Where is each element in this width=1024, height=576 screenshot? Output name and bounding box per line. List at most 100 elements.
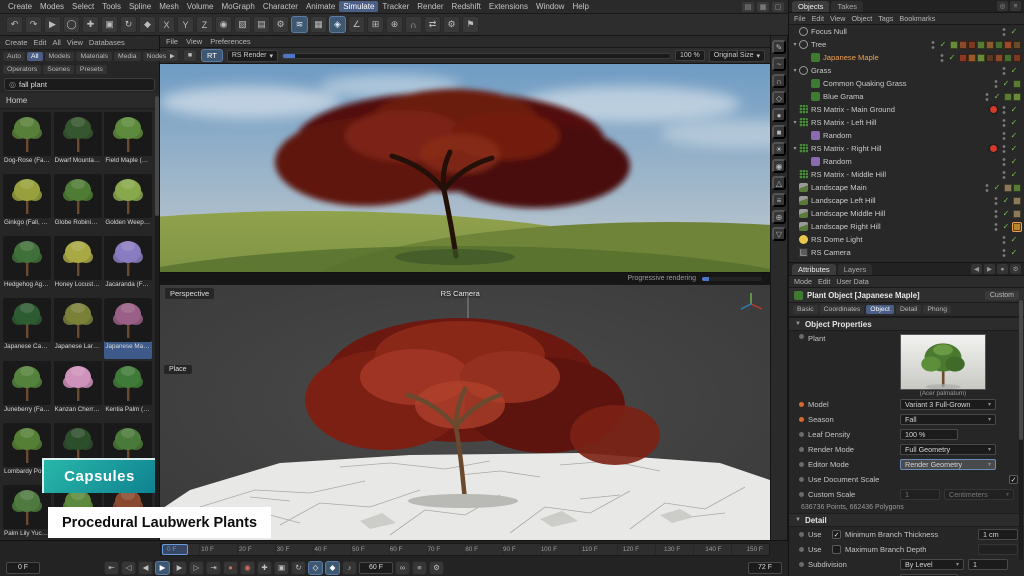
enable-checkmark[interactable]: ✓ (1001, 79, 1011, 88)
snap-icon[interactable]: ◈ (329, 16, 346, 33)
render-view-menu-item[interactable]: Preferences (210, 37, 250, 46)
menu-item[interactable]: Animate (302, 1, 339, 12)
visibility-toggles[interactable] (1001, 144, 1007, 154)
section-detail[interactable]: ▼ Detail (789, 513, 1024, 527)
plant-preview-image[interactable] (900, 334, 986, 390)
workplane-icon[interactable]: ⊞ (367, 16, 384, 33)
expand-arrow[interactable]: ▾ (791, 119, 799, 126)
asset-tab[interactable]: Scenes (43, 65, 74, 74)
texture-tag[interactable] (995, 54, 1003, 62)
object-row[interactable]: Random ✓ (789, 129, 1024, 142)
object-row[interactable]: RS Camera ✓ (789, 246, 1024, 259)
timeline-scrubber[interactable] (162, 544, 188, 555)
asset-menu-item[interactable]: View (67, 38, 83, 47)
asset-tab[interactable]: Presets (76, 65, 107, 74)
attribute-tab-chip[interactable]: Detail (896, 305, 921, 314)
layout-icon[interactable]: ▤ (742, 2, 754, 12)
attribute-tab-chip[interactable]: Phong (923, 305, 951, 314)
undo-icon[interactable]: ↶ (6, 16, 23, 33)
plant-asset[interactable]: Golden Weeping Willow (Fall, Plant) (104, 174, 152, 234)
object-row[interactable]: RS Matrix - Middle Hill ✓ (789, 168, 1024, 181)
texture-tag[interactable] (968, 54, 976, 62)
tab-attributes[interactable]: Attributes (792, 264, 836, 275)
object-manager-menu-item[interactable]: Tags (878, 14, 893, 23)
record-scale-button[interactable]: ▣ (274, 561, 289, 575)
enable-checkmark[interactable]: ✓ (1009, 235, 1019, 244)
section-object-properties[interactable]: ▼ Object Properties (789, 317, 1024, 331)
asset-search-input[interactable]: ◎ fall plant (4, 78, 155, 91)
back-icon[interactable]: ◀ (971, 264, 982, 274)
enable-checkmark[interactable]: ✓ (1001, 222, 1011, 231)
prev-frame-button[interactable]: ◀ (138, 561, 153, 575)
interface-icon[interactable]: ▢ (772, 2, 784, 12)
object-label[interactable]: Japanese Maple (823, 53, 879, 62)
quantize-icon[interactable]: ∠ (348, 16, 365, 33)
goto-end-button[interactable]: ⇥ (206, 561, 221, 575)
object-label[interactable]: RS Matrix - Main Ground (811, 105, 895, 114)
enable-checkmark[interactable]: ✓ (1009, 66, 1019, 75)
editor-mode-dropdown[interactable]: Render Geometry▾ (900, 459, 996, 470)
attribute-menu-item[interactable]: Mode (794, 277, 812, 286)
plant-asset[interactable]: Kentia Palm (Fall, Plant) (104, 361, 152, 421)
render-stop-icon[interactable]: ■ (183, 49, 197, 62)
texture-tag[interactable] (977, 41, 985, 49)
menu-item[interactable]: Modes (36, 1, 68, 12)
lock-icon[interactable]: ● (997, 264, 1008, 274)
menu-icon[interactable]: ≡ (772, 193, 786, 207)
enable-checkmark[interactable]: ✓ (1009, 118, 1019, 127)
place-tool-hud[interactable]: Place (164, 365, 192, 374)
attribute-menu-item[interactable]: Edit (818, 277, 830, 286)
texture-tag[interactable] (959, 54, 967, 62)
object-manager-menu-item[interactable]: File (794, 14, 806, 23)
visibility-toggles[interactable] (993, 222, 999, 232)
camera-icon[interactable]: ◉ (772, 159, 786, 173)
render-picture-viewer-icon[interactable]: ▤ (253, 16, 270, 33)
visibility-toggles[interactable] (993, 196, 999, 206)
object-label[interactable]: Random (823, 157, 852, 166)
object-label[interactable]: RS Camera (811, 248, 851, 257)
asset-tab[interactable]: Materials (76, 52, 112, 61)
object-label[interactable]: Common Quaking Grass (823, 79, 907, 88)
gear-icon[interactable]: ⚙ (1010, 264, 1021, 274)
texture-tag[interactable] (986, 54, 994, 62)
play-button[interactable]: ▶ (155, 561, 170, 575)
enable-checkmark[interactable]: ✓ (992, 92, 1002, 101)
asset-tab[interactable]: Media (114, 52, 141, 61)
keyframe-selection-button[interactable]: ◆ (325, 561, 340, 575)
plant-asset[interactable]: Kanzan Cherry (Fall, Plant) (54, 361, 102, 421)
expand-arrow[interactable]: ▾ (791, 145, 799, 152)
object-row[interactable]: Blue Grama ✓ (789, 90, 1024, 103)
forward-icon[interactable]: ▶ (984, 264, 995, 274)
texture-tag[interactable] (1013, 93, 1021, 101)
menu-item[interactable]: Select (68, 1, 98, 12)
model-dropdown[interactable]: Variant 3 Full-Grown▾ (900, 399, 996, 410)
object-label[interactable]: Landscape Middle Hill (811, 209, 885, 218)
texture-tag[interactable] (1013, 54, 1021, 62)
menu-item[interactable]: Extensions (485, 1, 532, 12)
texture-tag[interactable] (1013, 223, 1021, 231)
enable-checkmark[interactable]: ✓ (1001, 209, 1011, 218)
object-row[interactable]: ▾ Grass ✓ (789, 64, 1024, 77)
cone-icon[interactable]: △ (772, 176, 786, 190)
render-view-menu-item[interactable]: View (186, 37, 202, 46)
texture-tag[interactable] (959, 41, 967, 49)
coord-system-icon[interactable]: ◉ (215, 16, 232, 33)
timeline-ruler[interactable]: 0 F10 F20 F30 F40 F50 F60 F70 F80 F90 F1… (160, 543, 770, 556)
pen-icon[interactable]: ✎ (772, 40, 786, 54)
object-row[interactable]: Landscape Left Hill ✓ (789, 194, 1024, 207)
tab-layers[interactable]: Layers (838, 264, 873, 275)
enable-checkmark[interactable]: ✓ (947, 53, 957, 62)
object-label[interactable]: RS Matrix - Right Hill (811, 144, 881, 153)
custom-scale-field[interactable]: 1 (900, 489, 940, 500)
object-label[interactable]: Grass (811, 66, 831, 75)
object-label[interactable]: Landscape Left Hill (811, 196, 876, 205)
texture-tag[interactable] (1013, 210, 1021, 218)
attributes-scrollbar[interactable] (1019, 300, 1023, 560)
object-label[interactable]: Focus Null (811, 27, 847, 36)
search-icon[interactable]: ◎ (997, 1, 1008, 11)
attribute-tab-chip[interactable]: Object (866, 305, 894, 314)
prev-key-button[interactable]: ◁ (121, 561, 136, 575)
object-label[interactable]: RS Matrix - Left Hill (811, 118, 876, 127)
filter-icon[interactable]: ≡ (1010, 1, 1021, 11)
visibility-toggles[interactable] (1001, 118, 1007, 128)
